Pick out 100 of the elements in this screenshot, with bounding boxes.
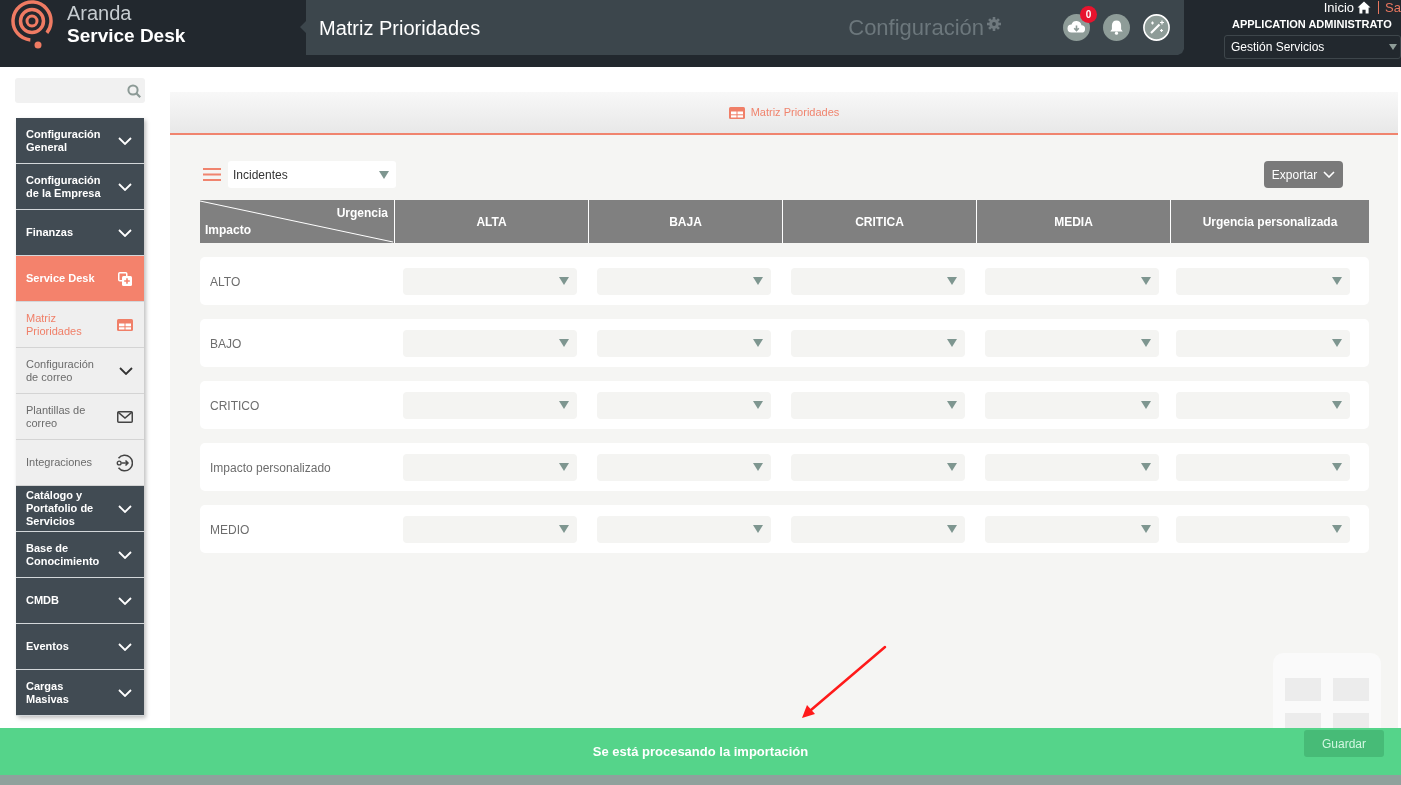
row-header: Impacto personalizado bbox=[210, 461, 331, 475]
search-field[interactable] bbox=[15, 78, 145, 103]
chevron-down-icon bbox=[118, 228, 132, 237]
dropdown-field[interactable] bbox=[403, 515, 577, 543]
sidebar-item[interactable]: Configuración General bbox=[16, 118, 144, 164]
column-axis-label: Urgencia bbox=[336, 206, 388, 220]
caret-down-icon bbox=[559, 525, 569, 533]
row-header: MEDIO bbox=[210, 523, 250, 537]
dropdown-field[interactable] bbox=[403, 453, 577, 481]
caret-down-icon bbox=[559, 339, 569, 347]
row-header: ALTO bbox=[210, 275, 241, 289]
dropdown-field[interactable] bbox=[1176, 515, 1350, 543]
caret-down-icon bbox=[947, 525, 957, 533]
caret-down-icon bbox=[1332, 277, 1342, 285]
caret-down-icon bbox=[753, 339, 763, 347]
caret-down-icon bbox=[559, 401, 569, 409]
settings-icon bbox=[987, 16, 1001, 31]
dropdown-field[interactable] bbox=[1176, 453, 1350, 481]
home-link[interactable]: Inicio bbox=[1323, 0, 1372, 15]
caret-down-icon bbox=[1141, 339, 1151, 347]
product-name: Service Desk bbox=[67, 24, 186, 48]
dropdown-field[interactable] bbox=[1176, 267, 1350, 295]
sidebar-item[interactable]: Cargas Masivas bbox=[16, 670, 144, 716]
column-header: ALTA bbox=[394, 200, 588, 243]
table-icon bbox=[728, 106, 745, 119]
notification-message: Se está procesando la importación bbox=[592, 742, 809, 761]
dropdown-field[interactable] bbox=[1176, 329, 1350, 357]
dropdown-field[interactable] bbox=[597, 329, 771, 357]
caret-down-icon bbox=[1141, 463, 1151, 471]
dropdown-field[interactable] bbox=[791, 267, 965, 295]
copy-plus-icon bbox=[118, 271, 132, 286]
dropdown-field[interactable] bbox=[597, 267, 771, 295]
caret-down-icon bbox=[1141, 525, 1151, 533]
brand-name: Aranda bbox=[67, 2, 133, 24]
home-icon bbox=[1357, 1, 1372, 14]
dropdown-field[interactable] bbox=[403, 329, 577, 357]
export-button[interactable]: Exportar bbox=[1264, 161, 1343, 188]
column-header: CRITICA bbox=[782, 200, 976, 243]
caret-down-icon bbox=[1332, 463, 1342, 471]
dropdown-field[interactable] bbox=[791, 329, 965, 357]
dropdown-field[interactable] bbox=[1176, 391, 1350, 419]
notification-badge: 0 bbox=[1080, 6, 1097, 23]
caret-down-icon bbox=[1389, 44, 1397, 50]
dropdown-field[interactable] bbox=[985, 453, 1159, 481]
caret-down-icon bbox=[1332, 339, 1342, 347]
sidebar-item[interactable]: CMDB bbox=[16, 578, 144, 624]
caret-down-icon bbox=[947, 401, 957, 409]
column-header: MEDIA bbox=[976, 200, 1170, 243]
logout-link[interactable]: Sa bbox=[1385, 0, 1401, 15]
sidebar-subitem[interactable]: Integraciones bbox=[16, 440, 144, 486]
caret-down-icon bbox=[559, 277, 569, 285]
dropdown-field[interactable] bbox=[597, 391, 771, 419]
type-select[interactable]: Incidentes bbox=[228, 161, 396, 188]
caret-down-icon bbox=[753, 463, 763, 471]
dropdown-field[interactable] bbox=[985, 515, 1159, 543]
sidebar-subitem[interactable]: Plantillas de correo bbox=[16, 394, 144, 440]
sidebar-item[interactable]: Finanzas bbox=[16, 210, 144, 256]
caret-down-icon bbox=[559, 463, 569, 471]
column-header: BAJA bbox=[588, 200, 782, 243]
circle-arrow-icon bbox=[115, 453, 133, 472]
caret-down-icon bbox=[1332, 525, 1342, 533]
dropdown-field[interactable] bbox=[403, 267, 577, 295]
chevron-down-icon bbox=[118, 688, 132, 697]
bell-icon[interactable] bbox=[1103, 14, 1130, 41]
project-select[interactable]: Gestión Servicios bbox=[1224, 35, 1401, 59]
row-header: CRITICO bbox=[210, 399, 260, 413]
dropdown-field[interactable] bbox=[985, 391, 1159, 419]
caret-down-icon bbox=[379, 170, 389, 179]
caret-down-icon bbox=[753, 401, 763, 409]
chevron-down-icon bbox=[1323, 171, 1336, 178]
chevron-down-icon bbox=[118, 504, 132, 513]
dropdown-field[interactable] bbox=[791, 515, 965, 543]
caret-down-icon bbox=[1141, 277, 1151, 285]
page-title: Matriz Prioridades bbox=[319, 15, 481, 41]
dropdown-field[interactable] bbox=[597, 453, 771, 481]
caret-down-icon bbox=[947, 463, 957, 471]
sidebar-item[interactable]: Base de Conocimiento bbox=[16, 532, 144, 578]
dropdown-field[interactable] bbox=[791, 453, 965, 481]
chevron-down-icon bbox=[118, 642, 132, 651]
chevron-down-icon bbox=[118, 596, 132, 605]
dropdown-field[interactable] bbox=[597, 515, 771, 543]
magic-wand-icon[interactable] bbox=[1143, 14, 1170, 41]
table-icon bbox=[1273, 653, 1381, 728]
caret-down-icon bbox=[947, 277, 957, 285]
table-icon bbox=[117, 318, 133, 331]
dropdown-field[interactable] bbox=[791, 391, 965, 419]
sidebar-item[interactable]: Eventos bbox=[16, 624, 144, 670]
sidebar-item[interactable]: Configuración de la Empresa bbox=[16, 164, 144, 210]
user-name: APPLICATION ADMINISTRATO bbox=[1232, 18, 1393, 31]
menu-icon[interactable] bbox=[203, 168, 221, 181]
column-header: Urgencia personalizada bbox=[1170, 200, 1369, 243]
dropdown-field[interactable] bbox=[985, 329, 1159, 357]
sidebar-subitem[interactable]: Configuración de correo bbox=[16, 348, 144, 394]
search-icon bbox=[127, 83, 141, 98]
dropdown-field[interactable] bbox=[985, 267, 1159, 295]
caret-down-icon bbox=[947, 339, 957, 347]
sidebar-item[interactable]: Catálogo y Portafolio de Servicios bbox=[16, 486, 144, 532]
dropdown-field[interactable] bbox=[403, 391, 577, 419]
chevron-down-icon bbox=[118, 550, 132, 559]
caret-down-icon bbox=[1141, 401, 1151, 409]
